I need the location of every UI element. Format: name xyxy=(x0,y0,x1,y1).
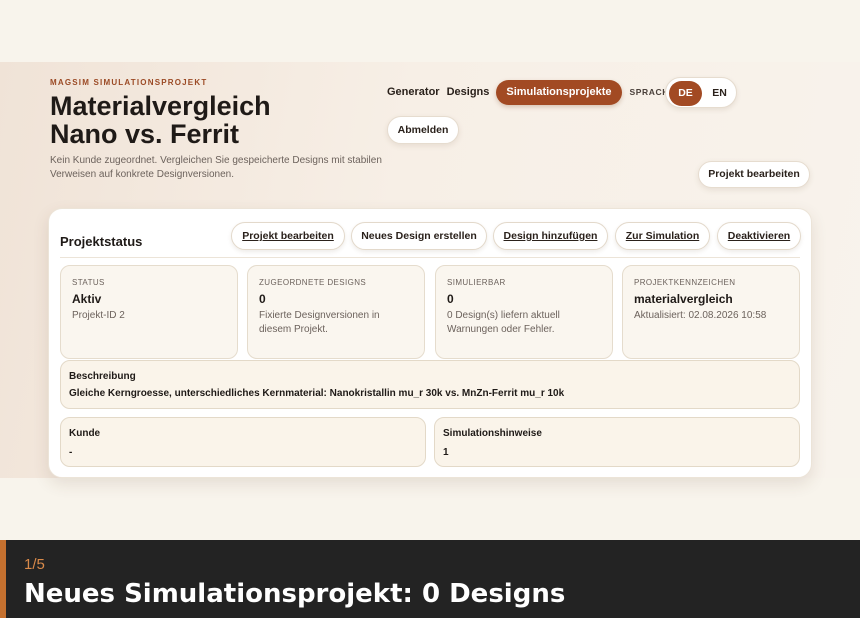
stat-status-note: Projekt-ID 2 xyxy=(72,310,125,321)
nav-link-generator[interactable]: Generator xyxy=(387,86,440,98)
stat-designs-label: Zugeordnete Designs xyxy=(259,278,367,287)
deactivate-label: Deaktivieren xyxy=(727,230,791,242)
stat-simulatable-label: Simulierbar xyxy=(447,278,506,287)
customer-box: Kunde - xyxy=(60,417,426,467)
stat-assigned-designs: Zugeordnete Designs 0 Fixierte Designver… xyxy=(247,265,425,359)
caption-step-counter: 1/5 xyxy=(24,556,45,573)
project-status-card: Projektstatus Projekt bearbeiten Neues D… xyxy=(48,208,812,478)
add-design-label: Design hinzufügen xyxy=(503,230,598,242)
new-design-button[interactable]: Neues Design erstellen xyxy=(351,222,487,250)
simulation-notes-label: Simulationshinweise xyxy=(443,428,542,439)
new-design-label: Neues Design erstellen xyxy=(361,230,477,242)
stat-project-identifier: Projektkennzeichen materialvergleich Akt… xyxy=(622,265,800,359)
page-title-line-1: Materialvergleich xyxy=(50,91,271,121)
caption-title: Neues Simulationsprojekt: 0 Designs xyxy=(24,579,566,609)
main-nav: Generator Designs Simulationsprojekte SP… xyxy=(387,79,675,105)
caption-accent-bar xyxy=(0,540,6,618)
language-option-de[interactable]: DE xyxy=(669,81,702,106)
to-simulation-button[interactable]: Zur Simulation xyxy=(615,222,710,250)
stat-designs-note: Fixierte Designversionen in diesem Proje… xyxy=(259,310,380,335)
customer-value: - xyxy=(69,447,73,458)
logout-button[interactable]: Abmelden xyxy=(387,116,459,144)
page-subtitle: Kein Kunde zugeordnet. Vergleichen Sie g… xyxy=(50,155,382,180)
description-label: Beschreibung xyxy=(69,371,136,382)
header-edit-project-button[interactable]: Projekt bearbeiten xyxy=(698,161,810,188)
stat-status-value: Aktiv xyxy=(72,292,102,306)
stat-status: Status Aktiv Projekt-ID 2 xyxy=(60,265,238,359)
page-title-line-2: Nano vs. Ferrit xyxy=(50,119,240,149)
description-box: Beschreibung Gleiche Kerngroesse, unters… xyxy=(60,360,800,409)
stat-status-label: Status xyxy=(72,278,105,287)
simulation-notes-box: Simulationshinweise 1 xyxy=(434,417,800,467)
add-design-button[interactable]: Design hinzufügen xyxy=(493,222,608,250)
nav-link-simulation-projects[interactable]: Simulationsprojekte xyxy=(496,79,622,105)
stat-designs-value: 0 xyxy=(259,292,266,306)
stat-simulatable-value: 0 xyxy=(447,292,454,306)
stat-identifier-note: Aktualisiert: 02.08.2026 10:58 xyxy=(634,310,767,321)
stat-simulatable: Simulierbar 0 0 Design(s) liefern aktuel… xyxy=(435,265,613,359)
description-value: Gleiche Kerngroesse, unterschiedliches K… xyxy=(69,388,565,399)
eyebrow-label: MAGSIM SIMULATIONSPROJEKT xyxy=(50,78,208,87)
simulation-notes-value: 1 xyxy=(443,447,449,458)
step-caption-bar: 1/5 Neues Simulationsprojekt: 0 Designs xyxy=(0,540,860,618)
stat-simulatable-note: 0 Design(s) liefern aktuell Warnungen od… xyxy=(447,310,560,335)
nav-link-designs[interactable]: Designs xyxy=(447,86,490,98)
language-option-en[interactable]: EN xyxy=(703,81,736,106)
edit-project-button[interactable]: Projekt bearbeiten xyxy=(231,222,345,250)
edit-project-label: Projekt bearbeiten xyxy=(242,230,334,242)
card-title: Projektstatus xyxy=(60,234,143,249)
customer-label: Kunde xyxy=(69,428,101,439)
deactivate-button[interactable]: Deaktivieren xyxy=(717,222,801,250)
language-toggle: DE EN xyxy=(665,77,737,108)
card-divider xyxy=(60,257,800,258)
stat-identifier-value: materialvergleich xyxy=(634,292,733,306)
to-simulation-label: Zur Simulation xyxy=(625,230,700,242)
page-title: Materialvergleich Nano vs. Ferrit xyxy=(50,92,271,148)
stat-identifier-label: Projektkennzeichen xyxy=(634,278,736,287)
